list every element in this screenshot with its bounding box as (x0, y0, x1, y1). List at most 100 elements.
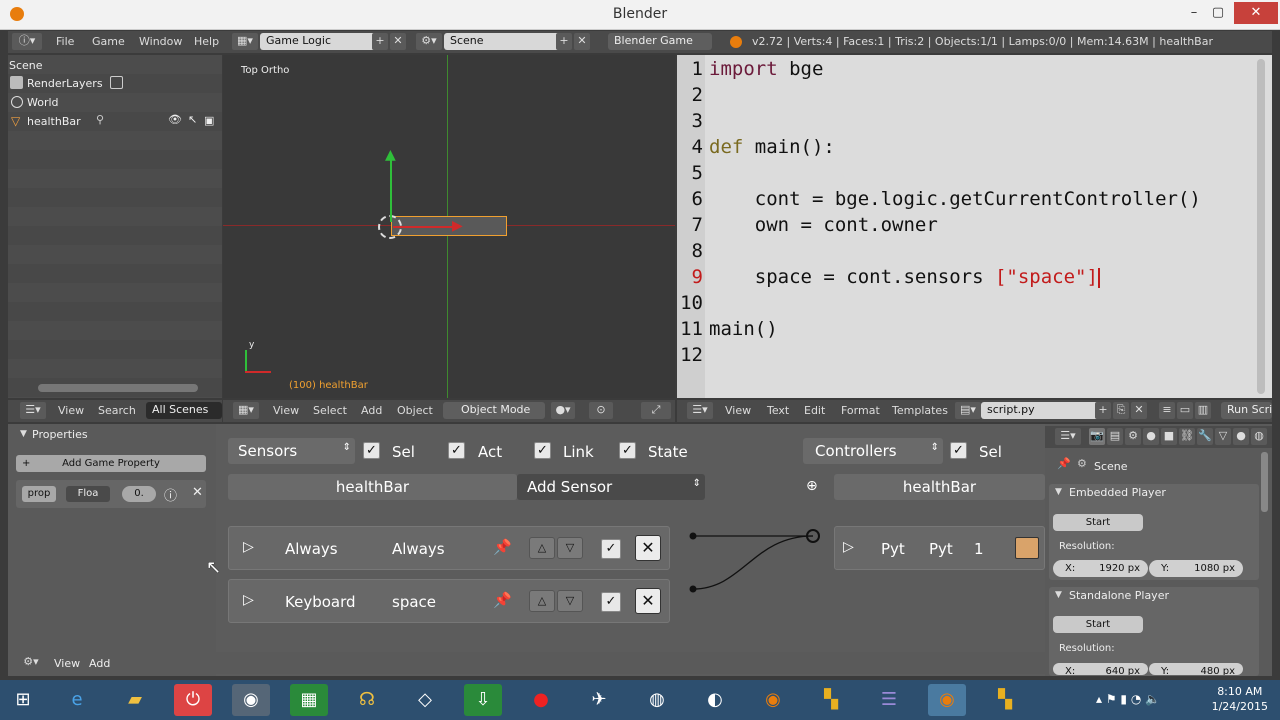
add-screen-icon[interactable]: + (372, 33, 388, 50)
sensor-name[interactable]: Always (392, 540, 445, 558)
viewport-view-menu[interactable]: View (273, 404, 299, 417)
render-layers-tab-icon[interactable]: ▤ (1107, 428, 1123, 445)
sensor-active-checkbox[interactable]: ✓ (601, 592, 621, 612)
text-edit-menu[interactable]: Edit (804, 404, 825, 417)
collapse-icon[interactable]: ▼ (1055, 487, 1062, 497)
add-game-property-button[interactable]: + Add Game Property (16, 455, 206, 472)
move-up-icon[interactable]: △ (529, 590, 555, 612)
physics-tab-icon[interactable]: ◍ (1251, 428, 1267, 445)
outliner-item-healthbar[interactable]: ▽ healthBar ⚲ 👁 ↖ ▣ (8, 112, 222, 131)
y-transform-arrow[interactable] (390, 160, 392, 222)
text-text-menu[interactable]: Text (767, 404, 789, 417)
text-editor[interactable]: 1 2 3 4 5 6 7 8 9 10 11 12 import bge de… (677, 55, 1272, 398)
move-down-icon[interactable]: ▽ (557, 590, 583, 612)
sensor-brick-always[interactable]: ▷ Always Always 📌 △ ▽ ✓ ✕ (228, 526, 670, 570)
move-up-icon[interactable]: △ (529, 537, 555, 559)
render-tab-icon[interactable]: 📷 (1089, 428, 1105, 445)
file-explorer-icon[interactable]: ▰ (116, 684, 154, 716)
record-app-icon[interactable]: ● (522, 684, 560, 716)
logic-view-menu[interactable]: View (54, 657, 80, 670)
line-numbers-toggle-icon[interactable]: ≡ (1159, 402, 1175, 419)
headphones-app-icon[interactable]: ☊ (348, 684, 386, 716)
controller-name[interactable]: Pyt (929, 540, 953, 558)
sensor-type[interactable]: Always (285, 540, 338, 558)
expand-triangle-icon[interactable]: ▷ (243, 592, 254, 608)
standalone-start-button[interactable]: Start (1053, 616, 1143, 633)
render-toggle-icon[interactable] (110, 76, 123, 89)
pin-icon[interactable]: 📌 (493, 591, 512, 609)
select-cursor-icon[interactable]: ↖ (188, 113, 197, 126)
controller-object-header[interactable]: healthBar (834, 474, 1045, 500)
chrome-icon[interactable]: ◉ (232, 684, 270, 716)
resolution-y-field[interactable]: Y: 1080 px (1149, 560, 1243, 577)
properties-collapse-icon[interactable]: ▼ (20, 429, 27, 439)
sensor-name[interactable]: space (392, 593, 436, 611)
x-transform-arrow[interactable] (393, 226, 457, 228)
scene-field[interactable]: Scene (444, 33, 562, 50)
unlink-text-icon[interactable]: ✕ (1131, 402, 1147, 419)
add-sensor-select[interactable]: Add Sensor ⇕ (517, 474, 705, 500)
standalone-player-panel[interactable]: ▼ Standalone Player Start Resolution: X:… (1049, 587, 1259, 676)
outliner-item-world[interactable]: World (8, 93, 222, 112)
embedded-start-button[interactable]: Start (1053, 514, 1143, 531)
engine-select[interactable]: Blender Game (608, 33, 712, 50)
colorful-app-icon[interactable]: ▚ (812, 684, 850, 716)
expand-triangle-icon[interactable]: ▷ (243, 539, 254, 555)
text-editor-icon[interactable]: ☰▾ (687, 402, 713, 419)
logic-editor-icon[interactable]: ⚙▾ (18, 654, 44, 671)
download-app-icon[interactable]: ⇩ (464, 684, 502, 716)
outliner-scene-row[interactable]: Scene (8, 56, 222, 75)
property-name-field[interactable]: prop (22, 486, 56, 502)
render-camera-icon[interactable]: ▣ (204, 114, 214, 127)
object-tab-icon[interactable]: ■ (1161, 428, 1177, 445)
sensor-object-header[interactable]: healthBar (228, 474, 517, 500)
start-button-icon[interactable]: ⊞ (4, 684, 42, 716)
outliner-filter-select[interactable]: All Scenes (146, 402, 222, 419)
material-tab-icon[interactable]: ● (1233, 428, 1249, 445)
blender-active-icon[interactable]: ◉ (928, 684, 966, 716)
resolution-x-field[interactable]: X: 640 px (1053, 663, 1148, 675)
outliner-view-menu[interactable]: View (58, 404, 84, 417)
power-app-icon[interactable]: ⏻ (174, 684, 212, 716)
add-scene-icon[interactable]: + (556, 33, 572, 50)
code-line-6[interactable]: cont = bge.logic.getCurrentController() (709, 188, 1201, 210)
menu-window[interactable]: Window (139, 35, 182, 48)
menu-help[interactable]: Help (194, 35, 219, 48)
code-line-9[interactable]: space = cont.sensors ["space"] (709, 266, 1100, 288)
code-line-1[interactable]: import bge (709, 58, 823, 80)
sensors-select[interactable]: Sensors ⇕ (228, 438, 355, 464)
outliner-editor-icon[interactable]: ☰▾ (20, 402, 46, 419)
info-editor-icon[interactable]: ⓘ▾ (12, 33, 42, 50)
viewport-add-menu[interactable]: Add (361, 404, 382, 417)
viewport-object-menu[interactable]: Object (397, 404, 433, 417)
viewport-select-menu[interactable]: Select (313, 404, 347, 417)
shading-icon[interactable]: ●▾ (551, 402, 575, 419)
world-tab-icon[interactable]: ● (1143, 428, 1159, 445)
screen-layout-icon[interactable]: ▦▾ (232, 33, 258, 50)
logic-add-menu[interactable]: Add (89, 657, 110, 670)
globe-app-icon[interactable]: ◍ (638, 684, 676, 716)
embedded-player-panel[interactable]: ▼ Embedded Player Start Resolution: X: 1… (1049, 484, 1259, 580)
blender-taskbar-icon[interactable]: ◉ (754, 684, 792, 716)
remove-sensor-icon[interactable]: ✕ (635, 588, 661, 614)
controller-type[interactable]: Pyt (881, 540, 905, 558)
tray-icons[interactable]: ▴ ⚑ ▮ ◔ 🔈 (1096, 692, 1160, 706)
constraints-tab-icon[interactable]: ⛓ (1179, 428, 1195, 445)
property-remove-icon[interactable]: ✕ (192, 485, 203, 500)
pin-icon[interactable]: 📌 (1057, 457, 1071, 470)
maximize-icon[interactable]: ▢ (1206, 2, 1230, 24)
spreadsheet-app-icon[interactable]: ▦ (290, 684, 328, 716)
text-filename-field[interactable]: script.py (981, 402, 1101, 419)
3d-viewport[interactable]: Top Ortho ▲ ▶ y (100) healthBar (223, 55, 675, 398)
code-line-4[interactable]: def main(): (709, 136, 835, 158)
property-info-icon[interactable]: ⓘ (164, 485, 177, 504)
outliner-scrollbar[interactable] (38, 384, 198, 392)
unity-icon[interactable]: ◇ (406, 684, 444, 716)
modifiers-tab-icon[interactable]: 🔧 (1197, 428, 1213, 445)
property-value-field[interactable]: 0. (122, 486, 156, 502)
add-state-icon[interactable]: ⊕ (806, 478, 818, 494)
bird-app-icon[interactable]: ✈ (580, 684, 618, 716)
pin-icon[interactable]: 📌 (493, 538, 512, 556)
controller-brick-python[interactable]: ▷ Pyt Pyt 1 (834, 526, 1045, 570)
code-line-7[interactable]: own = cont.owner (709, 214, 938, 236)
